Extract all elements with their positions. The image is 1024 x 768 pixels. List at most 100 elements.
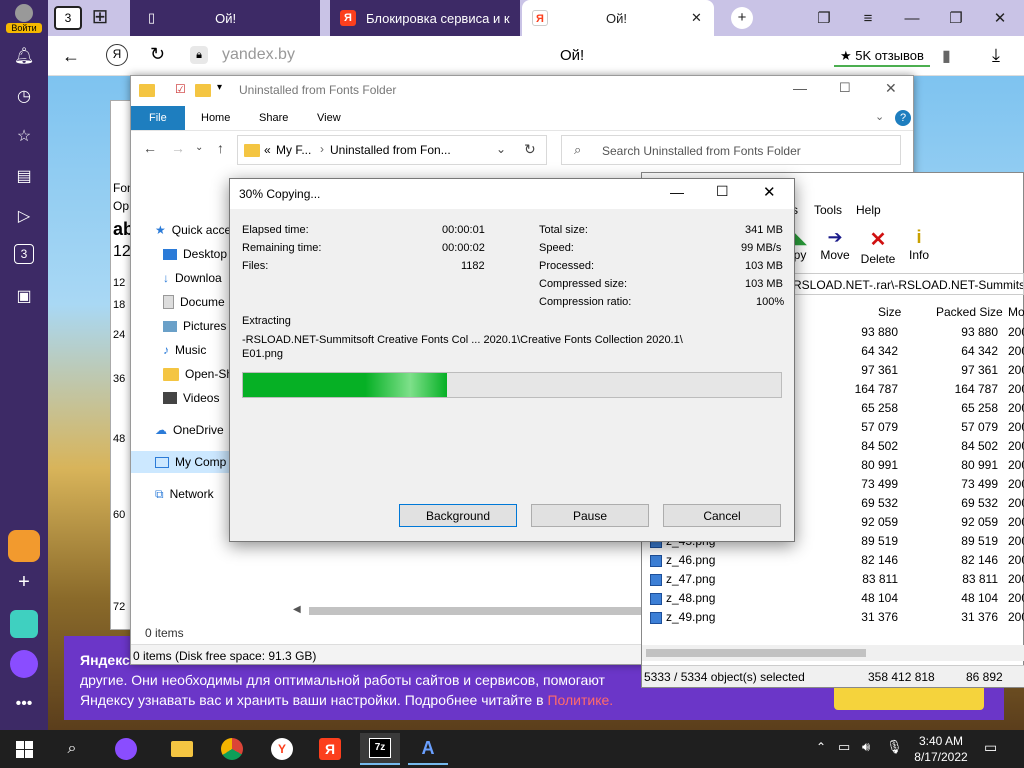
column-packed[interactable]: Packed Size [936,305,1003,319]
back-icon[interactable]: ← [143,140,157,156]
nav-desktop[interactable]: Desktop [163,243,227,265]
nav-downloads[interactable]: ↓ Downloa [163,267,222,289]
network-icon[interactable]: ▭ [838,739,850,755]
reload-icon[interactable]: ↻ [150,44,165,65]
new-folder-icon[interactable] [195,84,211,97]
info-button[interactable]: i Info [906,227,932,262]
tab-home[interactable]: Home [187,106,244,130]
history-icon[interactable]: ◷ [12,84,36,108]
table-row[interactable]: z_48.png 48 104 48 104 200 [642,589,1024,608]
collections-icon[interactable]: ❐ [804,0,844,36]
tab-view[interactable]: View [303,106,355,130]
tab-file[interactable]: File [131,106,185,130]
camera-icon[interactable]: ▣ [12,284,36,308]
forward-icon[interactable]: → [171,140,185,156]
menu-tools[interactable]: Tools [814,203,842,217]
breadcrumb-overflow[interactable]: « [264,143,271,157]
background-button[interactable]: Background [399,504,517,527]
address-input[interactable]: yandex.by [222,46,295,64]
start-button[interactable] [4,733,44,765]
downloads-icon[interactable]: ⤓ [992,45,1000,66]
close-window-icon[interactable]: ✕ [980,0,1020,36]
tab-share[interactable]: Share [245,106,302,130]
yandex-icon[interactable]: Я [310,733,350,765]
nav-music[interactable]: ♪ Music [163,339,206,361]
refresh-icon[interactable]: ↻ [524,141,536,158]
cancel-button[interactable]: Cancel [663,504,781,527]
properties-icon[interactable]: ☑ [175,82,186,96]
minimize-icon[interactable]: — [892,0,932,36]
nav-network[interactable]: ⧉ Network [155,483,214,505]
alice-icon[interactable] [10,650,38,678]
recent-dropdown-icon[interactable]: ⌄ [195,142,203,153]
new-tab-icon[interactable]: ⊞ [88,6,112,30]
chevron-down-icon[interactable]: ⌄ [496,142,506,156]
browser-tab-2[interactable]: Я Блокировка сервиса и к [330,0,520,36]
add-panel-icon[interactable]: + [12,570,36,594]
close-icon[interactable]: ✕ [885,80,897,97]
breadcrumb-item[interactable]: My F... [276,143,311,157]
mail-icon[interactable] [8,530,40,562]
tray-chevron-icon[interactable]: ⌃ [816,740,826,754]
menu-help[interactable]: Help [856,203,881,217]
collapse-ribbon-icon[interactable]: ⌄ [875,110,884,123]
maximize-icon[interactable]: ☐ [716,183,729,200]
reviews-badge[interactable]: ★ 5K отзывов [834,45,930,67]
yandex-browser-icon[interactable]: Y [262,733,302,765]
quick-access-dropdown-icon[interactable]: ▾ [217,82,222,93]
messenger-icon[interactable] [10,610,38,638]
notes-icon[interactable]: ▤ [12,164,36,188]
more-icon[interactable]: ••• [12,692,36,716]
table-row[interactable]: z_49.png 31 376 31 376 200 [642,608,1024,627]
bell-icon[interactable]: 🔔︎ [12,44,36,68]
address-breadcrumb[interactable]: « My F... › Uninstalled from Fon... ⌄ ↻ [237,135,547,165]
play-icon[interactable]: ▷ [12,204,36,228]
nav-open-shell[interactable]: Open-Sh [163,363,233,385]
mic-icon[interactable]: 🎙︎ [886,739,903,755]
tabs-badge-icon[interactable]: 3 [14,244,34,264]
delete-button[interactable]: ✕ Delete [858,227,898,266]
nav-onedrive[interactable]: ☁ OneDrive [155,419,224,441]
menu-icon[interactable]: ≡ [848,0,888,36]
breadcrumb-item[interactable]: Uninstalled from Fon... [330,143,451,157]
table-row[interactable]: z_46.png 82 146 82 146 200 [642,551,1024,570]
up-icon[interactable]: ↑ [217,140,224,156]
nav-videos[interactable]: Videos [163,387,219,409]
browser-tab-1[interactable]: ▯ Ой! [130,0,320,36]
search-icon[interactable]: ⌕ [52,733,92,765]
scrollbar-thumb[interactable] [646,649,866,657]
volume-icon[interactable]: 🔊︎ [862,739,870,755]
clock[interactable]: 3:40 AM 8/17/2022 [912,733,970,765]
browser-tab-active[interactable]: Я Ой! ✕ [522,0,714,36]
nav-quick-access[interactable]: ★ Quick acce [155,219,231,241]
alice-icon[interactable] [106,733,146,765]
scroll-left-icon[interactable]: ◀ [293,604,301,615]
bookmarks-icon[interactable]: ☆ [12,124,36,148]
pause-button[interactable]: Pause [531,504,649,527]
close-tab-icon[interactable]: ✕ [691,10,702,26]
file-explorer-icon[interactable] [162,733,202,765]
nav-documents[interactable]: Docume [163,291,225,313]
tab-counter-button[interactable]: 3 [54,6,82,30]
yandex-home-icon[interactable]: Я [106,44,128,66]
column-size[interactable]: Size [878,305,901,319]
table-row[interactable]: z_47.png 83 811 83 811 200 [642,570,1024,589]
nav-pictures[interactable]: Pictures [163,315,226,337]
minimize-icon[interactable]: — [793,80,807,96]
maximize-icon[interactable]: ☐ [839,80,851,96]
column-modified[interactable]: Mo [1008,305,1024,319]
search-input[interactable]: ⌕ Search Uninstalled from Fonts Folder [561,135,901,165]
chrome-icon[interactable] [212,733,252,765]
help-icon[interactable]: ? [895,110,911,126]
nav-my-computer[interactable]: My Comp [131,451,231,473]
horizontal-scrollbar[interactable] [642,645,1024,661]
sevenzip-taskbar-icon[interactable]: 7z [360,733,400,765]
login-button[interactable]: Войти [6,4,42,34]
font-app-icon[interactable]: A [408,733,448,765]
restore-icon[interactable]: ❐ [936,0,976,36]
move-button[interactable]: ➔ Move [816,227,854,262]
path-bar[interactable]: RSLOAD.NET-.rar\-RSLOAD.NET-Summitsoft [788,273,1024,295]
close-icon[interactable]: ✕ [763,183,776,201]
notifications-icon[interactable]: ▭ [984,739,997,756]
minimize-icon[interactable]: — [670,184,684,200]
